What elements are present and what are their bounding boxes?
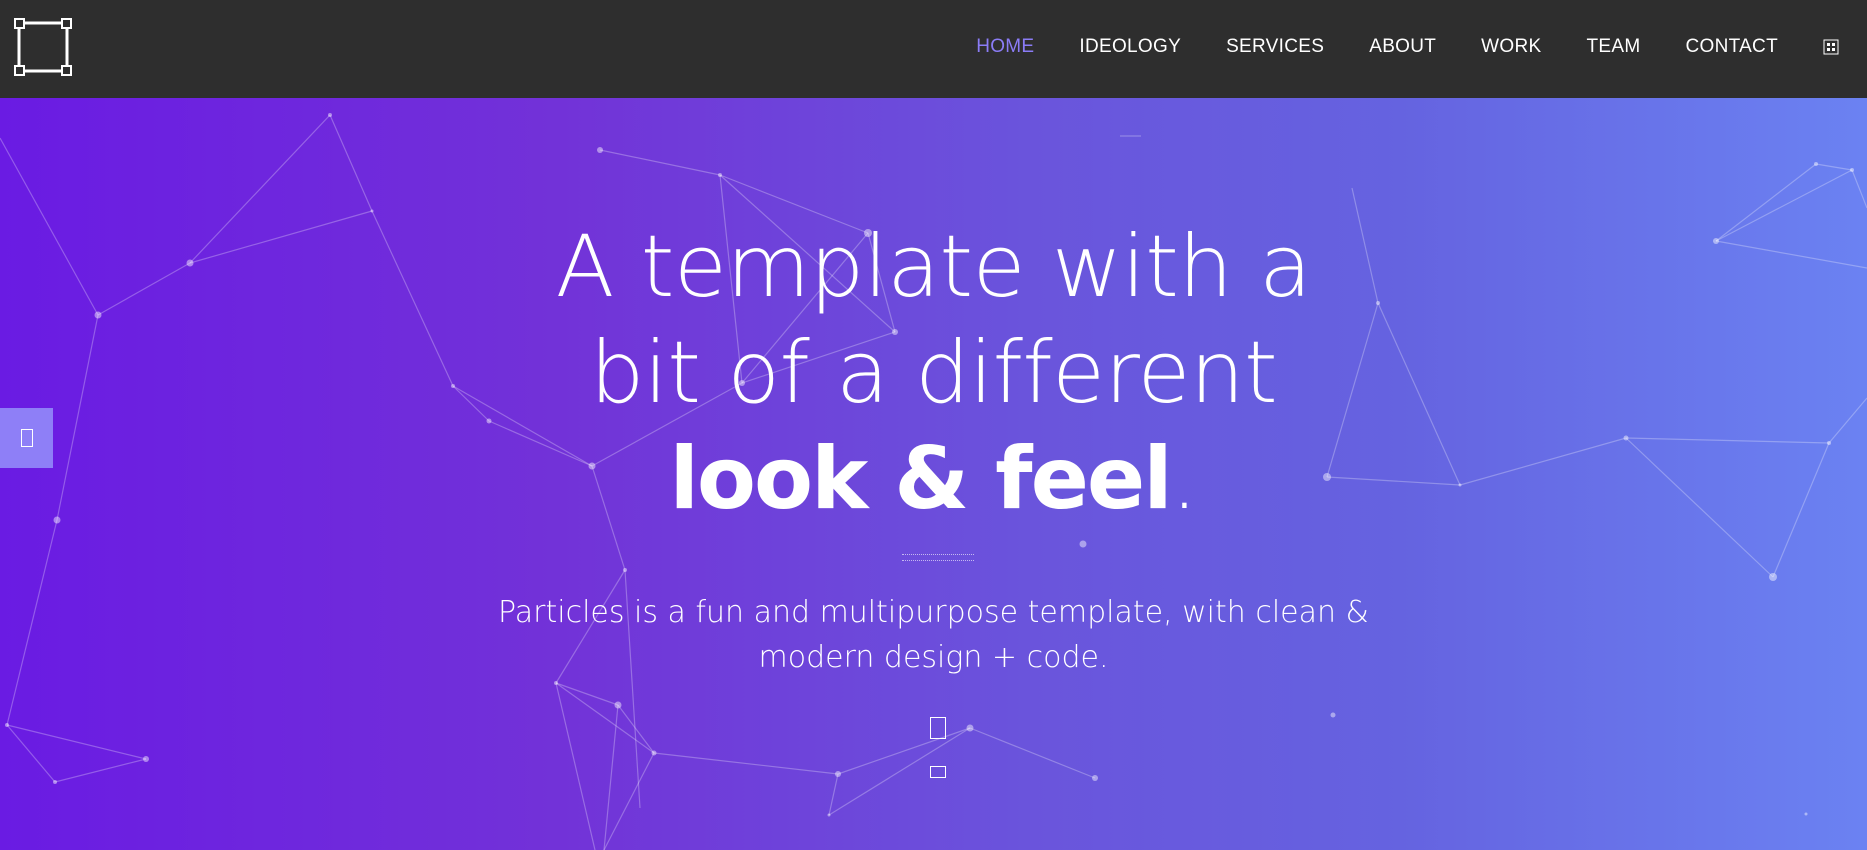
settings-side-tab[interactable] — [0, 408, 53, 468]
nav-home[interactable]: HOME — [976, 36, 1034, 58]
headline-bold: look & feel — [669, 429, 1172, 529]
chevron-down-icon[interactable] — [930, 766, 946, 778]
frame-logo-icon[interactable] — [14, 18, 72, 76]
headline-period: . — [1170, 429, 1198, 529]
nav-work[interactable]: WORK — [1481, 36, 1541, 58]
hero-headline: A template with a bit of a different loo… — [0, 214, 1867, 532]
settings-icon — [20, 429, 33, 447]
headline-line-2: bit of a different — [589, 323, 1278, 423]
hero-subtitle: Particles is a fun and multipurpose temp… — [0, 590, 1867, 680]
nav-contact[interactable]: CONTACT — [1685, 36, 1778, 58]
search-icon[interactable] — [1823, 39, 1839, 55]
headline-line-3: look & feel. — [0, 426, 1867, 532]
subtitle-line-2: modern design + code. — [758, 640, 1109, 675]
nav-services[interactable]: SERVICES — [1226, 36, 1324, 58]
nav-ideology[interactable]: IDEOLOGY — [1079, 36, 1181, 58]
section-divider — [902, 554, 974, 561]
nav-about[interactable]: ABOUT — [1369, 36, 1436, 58]
nav-team[interactable]: TEAM — [1586, 36, 1640, 58]
subtitle-line-1: Particles is a fun and multipurpose temp… — [498, 595, 1369, 630]
main-menu: HOME IDEOLOGY SERVICES ABOUT WORK TEAM C… — [976, 0, 1867, 94]
mouse-scroll-icon[interactable] — [930, 717, 946, 739]
headline-line-1: A template with a — [555, 217, 1312, 317]
top-navbar: HOME IDEOLOGY SERVICES ABOUT WORK TEAM C… — [0, 0, 1867, 98]
